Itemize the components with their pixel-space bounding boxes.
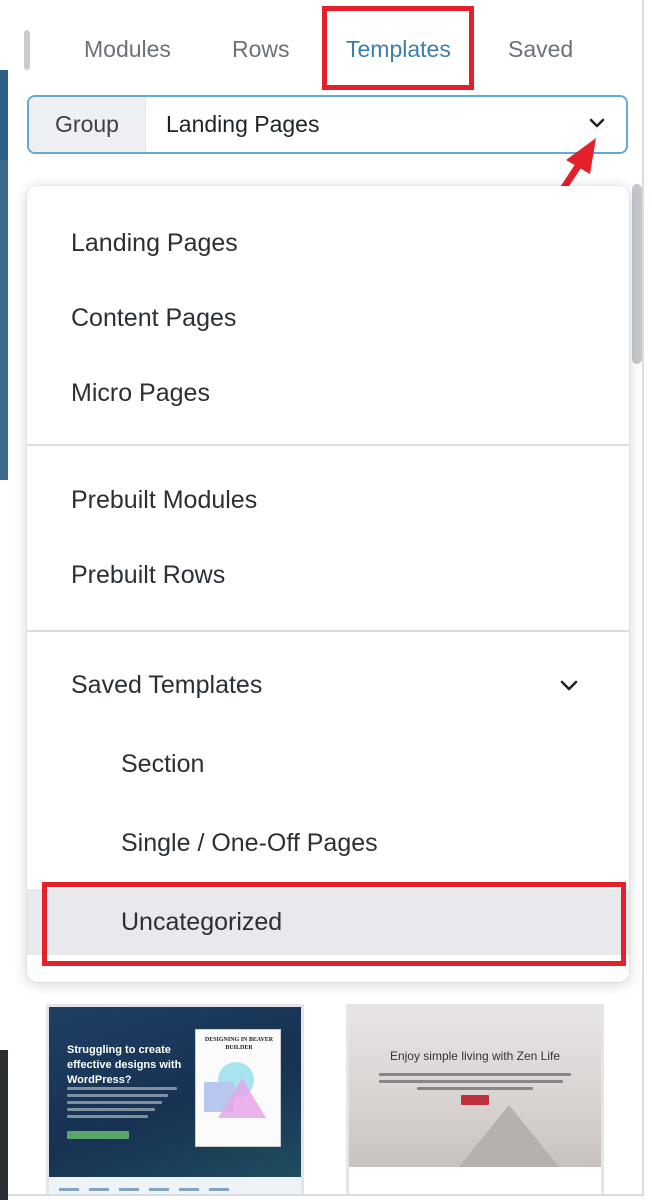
- tab-saved[interactable]: Saved: [508, 36, 573, 63]
- menu-item-section[interactable]: Section: [27, 731, 629, 797]
- thumbnail-image-shape: [459, 1105, 559, 1167]
- background-page: [0, 0, 8, 1200]
- group-select-value: Landing Pages: [166, 111, 320, 137]
- menu-item-saved-templates[interactable]: Saved Templates: [27, 652, 629, 718]
- tab-modules[interactable]: Modules: [84, 36, 171, 63]
- background-band: [0, 1050, 8, 1200]
- thumbnail-button: [461, 1095, 489, 1105]
- thumbnail-text-lines: [67, 1087, 177, 1122]
- thumbnail-button: [67, 1131, 129, 1139]
- background-band: [0, 70, 8, 160]
- chevron-down-icon[interactable]: [559, 676, 579, 696]
- thumbnail-headline: Enjoy simple living with Zen Life: [389, 1049, 561, 1063]
- menu-item-prebuilt-modules[interactable]: Prebuilt Modules: [27, 467, 629, 533]
- thumbnail-text-lines: [379, 1073, 571, 1094]
- thumbnail-headline: Struggling to create effective designs w…: [67, 1044, 182, 1086]
- menu-divider: [27, 444, 629, 446]
- chevron-down-icon[interactable]: [588, 114, 606, 132]
- shape-triangle: [218, 1078, 266, 1118]
- template-card[interactable]: Enjoy simple living with Zen Life: [346, 1004, 604, 1194]
- menu-item-label: Saved Templates: [71, 670, 263, 699]
- tab-templates[interactable]: Templates: [346, 36, 451, 63]
- group-select-label: Group: [29, 97, 146, 152]
- menu-item-content-pages[interactable]: Content Pages: [27, 285, 629, 351]
- template-thumbnail: Struggling to create effective designs w…: [49, 1007, 301, 1177]
- background-band: [0, 160, 8, 480]
- group-select[interactable]: Group Landing Pages: [27, 95, 628, 154]
- template-thumbnail: Enjoy simple living with Zen Life: [349, 1007, 601, 1167]
- template-card[interactable]: Struggling to create effective designs w…: [46, 1004, 304, 1194]
- menu-item-prebuilt-rows[interactable]: Prebuilt Rows: [27, 542, 629, 608]
- thumbnail-footer: [49, 1177, 301, 1194]
- tab-bar: Modules Rows Templates Saved: [8, 0, 642, 96]
- tab-rows[interactable]: Rows: [232, 36, 290, 63]
- group-dropdown-menu: Landing Pages Content Pages Micro Pages …: [27, 186, 629, 982]
- menu-item-uncategorized[interactable]: Uncategorized: [27, 889, 629, 955]
- book-title: DESIGNING IN BEAVER BUILDER: [204, 1037, 274, 1051]
- content-panel: Modules Rows Templates Saved Group Landi…: [8, 0, 644, 1196]
- book-cover: DESIGNING IN BEAVER BUILDER: [195, 1029, 281, 1147]
- menu-item-landing-pages[interactable]: Landing Pages: [27, 210, 629, 276]
- scrollbar-thumb[interactable]: [632, 184, 642, 364]
- menu-item-single-one-off-pages[interactable]: Single / One-Off Pages: [27, 810, 629, 876]
- menu-item-micro-pages[interactable]: Micro Pages: [27, 360, 629, 426]
- menu-divider: [27, 630, 629, 632]
- thumbnail-footer: [349, 1167, 601, 1194]
